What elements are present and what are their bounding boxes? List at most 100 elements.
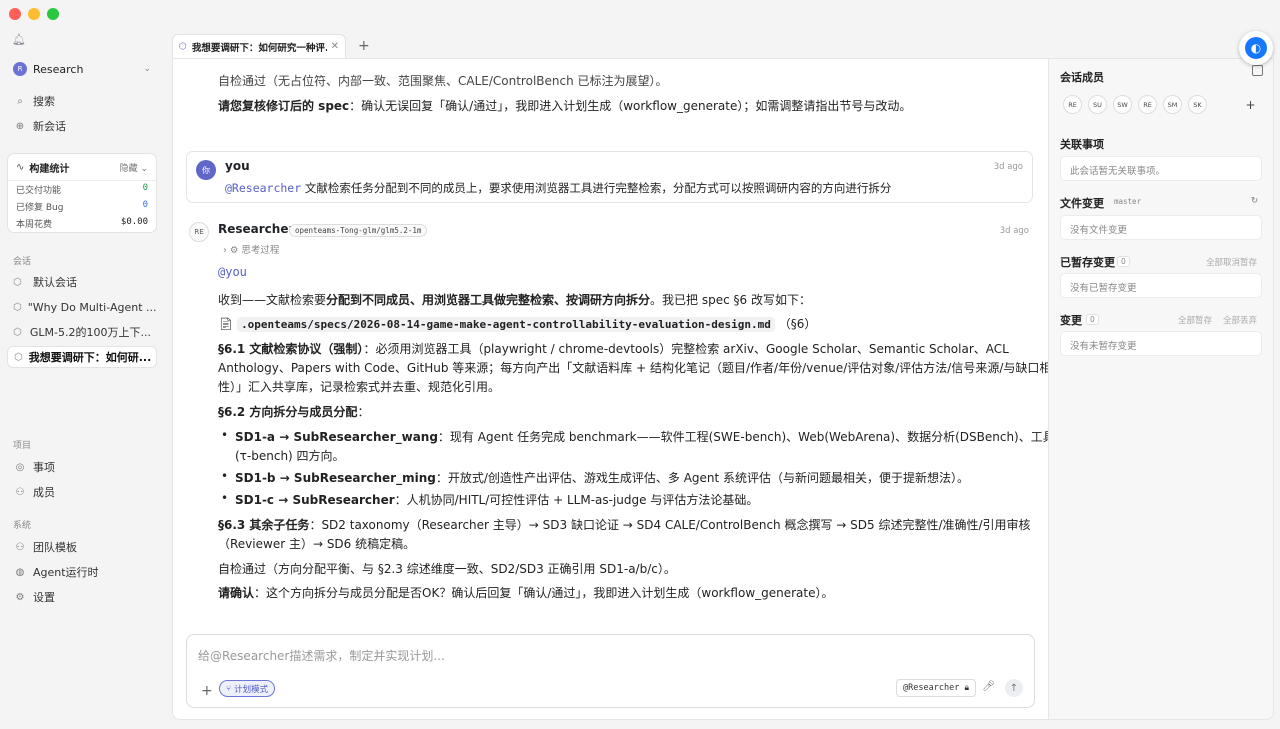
project-section-label: 项目 xyxy=(13,441,32,451)
stats-hide-toggle[interactable]: 隐藏 ⌄ xyxy=(120,161,148,174)
build-stats-card: ∿ 构建统计 隐藏 ⌄ 已交付功能 0 已修复 Bug 0 本周花费 $0.00 xyxy=(7,153,157,233)
sidebar-item-label: 设置 xyxy=(33,591,55,604)
file-icon: 📄︎ xyxy=(218,317,234,331)
sidebar-item-members[interactable]: ⚇ 成员 xyxy=(7,481,157,503)
conversation-label: GLM-5.2的100万上下... xyxy=(29,326,151,339)
conversation-item[interactable]: ⬡ GLM-5.2的100万上下... xyxy=(7,321,157,343)
stat-value: $0.00 xyxy=(120,217,148,227)
conversation-item[interactable]: ⬡ "Why Do Multi-Agent ... xyxy=(7,296,157,318)
stat-row: 已交付功能 0 xyxy=(8,181,156,198)
agent-selector[interactable]: @Researcher 🔒︎ xyxy=(896,679,976,697)
previous-message-line: 请您复核修订后的 spec：确认无误回复「确认/通过」，我即进入计划生成（wor… xyxy=(218,99,912,113)
attach-button[interactable]: + xyxy=(201,683,213,699)
search-nav-item[interactable]: ⌕ 搜索 xyxy=(7,90,157,112)
section-6-1-cont: 性）」汇入共享库，记录检索式并去重、规范化引用。 xyxy=(218,380,501,394)
app-window: 🔔︎ R Research ⌄ ⌕ 搜索 ⊕ 新会话 ∿ 构建统计 隐藏 ⌄ 已… xyxy=(0,0,1280,729)
send-button[interactable]: ↑ xyxy=(1005,679,1023,697)
member-avatar[interactable]: RE xyxy=(1063,95,1082,114)
cube-icon: ⬡ xyxy=(13,276,22,288)
stat-value: 0 xyxy=(142,183,148,193)
section-6-2-title: §6.2 方向拆分与成员分配： xyxy=(218,405,370,419)
section-6-3-cont: （Reviewer 主）→ SD6 统稿定稿。 xyxy=(218,537,416,551)
message-author: you xyxy=(225,159,250,173)
avatar: 你 xyxy=(196,160,216,180)
sidebar-item-team-templates[interactable]: ⚇ 团队模板 xyxy=(7,536,157,558)
new-tab-button[interactable]: + xyxy=(358,38,370,54)
changes-empty: 没有未暂存变更 xyxy=(1060,331,1262,356)
sidebar-item-issues[interactable]: ◎ 事项 xyxy=(7,456,157,478)
chat-panel: 自检通过（无占位符、内部一致、范围聚焦、CALE/ControlBench 已标… xyxy=(172,58,1048,720)
sidebar: 🔔︎ R Research ⌄ ⌕ 搜索 ⊕ 新会话 ∿ 构建统计 隐藏 ⌄ 已… xyxy=(0,0,164,729)
section-6-1-cont: Anthology、Papers with Code、GitHub 等来源；每方… xyxy=(218,361,1048,375)
conversation-label: 我想要调研下：如何研... xyxy=(28,351,152,364)
related-title: 关联事项 xyxy=(1060,138,1104,151)
close-tab-icon[interactable]: ✕ xyxy=(331,41,339,52)
avatar: RE xyxy=(189,222,209,242)
list-item: • xyxy=(221,469,229,483)
stat-label: 已修复 Bug xyxy=(16,203,64,213)
conversations-section-label: 会话 xyxy=(13,257,32,267)
new-chat-label: 新会话 xyxy=(33,120,66,133)
plan-mode-toggle[interactable]: ⑂ 计划模式 xyxy=(219,680,276,697)
workspace-avatar: R xyxy=(13,62,27,76)
conversation-item[interactable]: ⬡ 我想要调研下：如何研... xyxy=(7,346,157,368)
section-6-1: §6.1 文献检索协议（强制）：必须用浏览器工具（playwright / ch… xyxy=(218,342,1009,356)
sidebar-item-settings[interactable]: ⚙ 设置 xyxy=(7,586,157,608)
new-chat-nav-item[interactable]: ⊕ 新会话 xyxy=(7,115,157,137)
collapse-panel-icon[interactable] xyxy=(1252,65,1263,76)
member-avatar[interactable]: SW xyxy=(1113,95,1132,114)
related-empty: 此会话暂无关联事项。 xyxy=(1060,156,1262,181)
cube-icon: ⬡ xyxy=(179,41,187,52)
lock-icon: 🔒︎ xyxy=(964,683,969,693)
composer-input[interactable]: 给@Researcher描述需求，制定并实现计划... xyxy=(198,647,445,664)
list-item-text: SD1-b → SubResearcher_ming：开放式/创造性产出评估、游… xyxy=(235,471,970,485)
refresh-icon[interactable]: ↻ xyxy=(1251,196,1258,206)
stat-label: 已交付功能 xyxy=(16,186,62,196)
stat-row: 已修复 Bug 0 xyxy=(8,198,156,215)
previous-message-line: 自检通过（无占位符、内部一致、范围聚焦、CALE/ControlBench 已标… xyxy=(218,74,668,88)
tab-bar: ⬡ 我想要调研下：如何研究一种评... ✕ + xyxy=(172,34,370,58)
mention-link[interactable]: @Researcher xyxy=(225,181,301,195)
member-avatar[interactable]: SM xyxy=(1163,95,1182,114)
settings-icon: ⚙ xyxy=(15,591,25,603)
member-avatar[interactable]: RE xyxy=(1138,95,1157,114)
workspace-switcher[interactable]: R Research ⌄ xyxy=(7,58,157,80)
member-avatar[interactable]: SK xyxy=(1188,95,1207,114)
files-title: 文件变更 xyxy=(1060,197,1104,210)
message-text: @Researcher 文献检索任务分配到不同的成员上，要求使用浏览器工具进行完… xyxy=(225,181,892,195)
self-check-line: 自检通过（方向分配平衡、与 §2.3 综述维度一致、SD2/SD3 正确引用 S… xyxy=(218,562,676,576)
search-icon: ⌕ xyxy=(17,95,23,107)
target-icon: ◎ xyxy=(15,461,25,473)
model-badge: openteams-Tong-glm/glm5.2-1m xyxy=(289,224,428,237)
stage-all-button[interactable]: 全部暂存 xyxy=(1178,314,1212,326)
add-member-button[interactable]: + xyxy=(1241,95,1260,114)
stats-rows: 已交付功能 0 已修复 Bug 0 本周花费 $0.00 xyxy=(8,181,156,232)
sidebar-item-label: 成员 xyxy=(33,486,55,499)
list-item: • xyxy=(221,428,229,442)
staged-count: 0 xyxy=(1117,256,1130,267)
sidebar-item-agent-runtime[interactable]: ◍ Agent运行时 xyxy=(7,561,157,583)
mention-link[interactable]: @you xyxy=(218,265,247,279)
assistant-fab-button[interactable]: ◐ xyxy=(1239,31,1273,65)
file-path[interactable]: .openteams/specs/2026-08-14-game-make-ag… xyxy=(237,317,775,332)
cube-icon: ⬡ xyxy=(13,301,22,313)
tab-label: 我想要调研下：如何研究一种评... xyxy=(191,42,327,54)
thinking-toggle[interactable]: › ⚙︎ 思考过程 xyxy=(223,242,279,256)
changes-count: 0 xyxy=(1086,314,1099,325)
message-author: Researcher xyxy=(218,222,295,236)
conversation-item[interactable]: ⬡ 默认会话 xyxy=(7,271,157,293)
unstage-all-button[interactable]: 全部取消暂存 xyxy=(1206,256,1257,268)
member-avatar[interactable]: SU xyxy=(1088,95,1107,114)
list-item-text: SD1-a → SubResearcher_wang：现有 Agent 任务完成… xyxy=(235,430,1048,444)
bell-icon[interactable]: 🔔︎ xyxy=(12,33,26,46)
list-item-text: SD1-c → SubResearcher：人机协同/HITL/可控性评估 + … xyxy=(235,493,759,507)
reply-intro: 收到——文献检索要分配到不同成员、用浏览器工具做完整检索、按调研方向拆分。我已把… xyxy=(218,293,811,307)
list-item: • xyxy=(221,491,229,505)
microphone-icon[interactable]: 🎤︎ xyxy=(982,681,995,692)
chevron-down-icon: ⌄ xyxy=(143,64,151,74)
message-composer[interactable]: 给@Researcher描述需求，制定并实现计划... + ⑂ 计划模式 @Re… xyxy=(186,634,1035,708)
tab-current-conversation[interactable]: ⬡ 我想要调研下：如何研究一种评... ✕ xyxy=(172,34,346,58)
discard-all-button[interactable]: 全部丢弃 xyxy=(1223,314,1257,326)
stat-value: 0 xyxy=(142,200,148,210)
section-6-3: §6.3 其余子任务：SD2 taxonomy（Researcher 主导）→ … xyxy=(218,518,1031,532)
